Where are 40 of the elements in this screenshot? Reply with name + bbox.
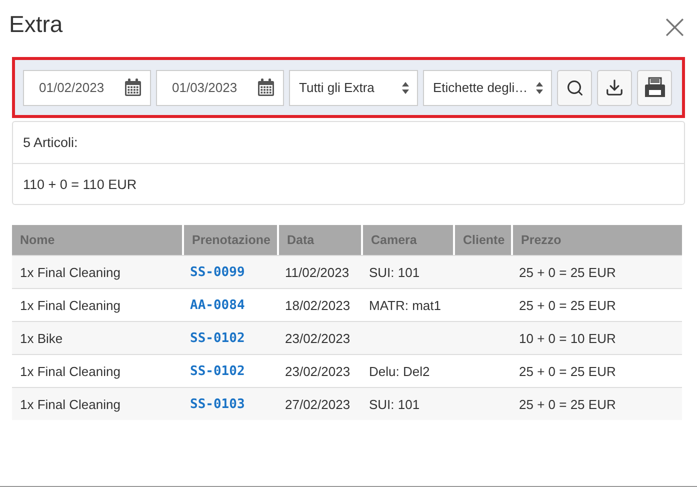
print-button[interactable] — [637, 70, 672, 106]
table-cell: 1x Bike — [12, 321, 182, 354]
column-header[interactable]: Data — [277, 225, 361, 255]
booking-link[interactable]: SS-0099 — [190, 264, 245, 280]
booking-link[interactable]: AA-0084 — [190, 298, 245, 312]
sort-arrows-icon — [536, 82, 543, 94]
search-icon — [566, 78, 584, 96]
table-cell: 27/02/2023 — [277, 387, 361, 420]
printer-icon — [644, 76, 666, 98]
search-button[interactable] — [557, 70, 592, 106]
table-cell: 11/02/2023 — [277, 255, 361, 288]
extra-select[interactable]: Tutti gli Extra — [289, 70, 418, 106]
sort-arrows-icon — [402, 82, 409, 94]
close-button[interactable]: × — [660, 10, 689, 44]
labels-select[interactable]: Etichette degli… — [423, 70, 552, 106]
table-cell: 1x Final Cleaning — [12, 255, 182, 288]
table-cell: 23/02/2023 — [277, 321, 361, 354]
table-cell: 25 + 0 = 25 EUR — [511, 387, 682, 420]
table-cell: 10 + 0 = 10 EUR — [511, 321, 682, 354]
date-to-field[interactable]: 01/03/2023 — [156, 70, 284, 106]
table-cell: 1x Final Cleaning — [12, 387, 182, 420]
table-cell: SUI: 101 — [361, 387, 453, 420]
download-button[interactable] — [597, 70, 632, 106]
download-icon — [605, 78, 624, 97]
column-header[interactable]: Prezzo — [511, 225, 682, 255]
calendar-icon — [257, 78, 275, 97]
column-header[interactable]: Cliente — [453, 225, 511, 255]
table-cell: SUI: 101 — [361, 255, 453, 288]
dialog-title: Extra — [9, 11, 63, 38]
table-cell: 25 + 0 = 25 EUR — [511, 255, 682, 288]
calendar-icon — [124, 78, 142, 97]
summary-text: 110 + 0 = 110 EUR — [23, 176, 137, 192]
date-from-field[interactable]: 01/02/2023 — [23, 70, 151, 106]
booking-link[interactable]: SS-0103 — [190, 396, 245, 412]
summary-text: 5 Articoli: — [23, 135, 78, 150]
booking-link[interactable]: SS-0102 — [190, 330, 245, 346]
column-header[interactable]: Prenotazione — [182, 225, 277, 255]
booking-link[interactable]: SS-0102 — [190, 364, 245, 378]
column-header[interactable]: Nome — [12, 225, 182, 255]
column-header[interactable]: Camera — [361, 225, 453, 255]
